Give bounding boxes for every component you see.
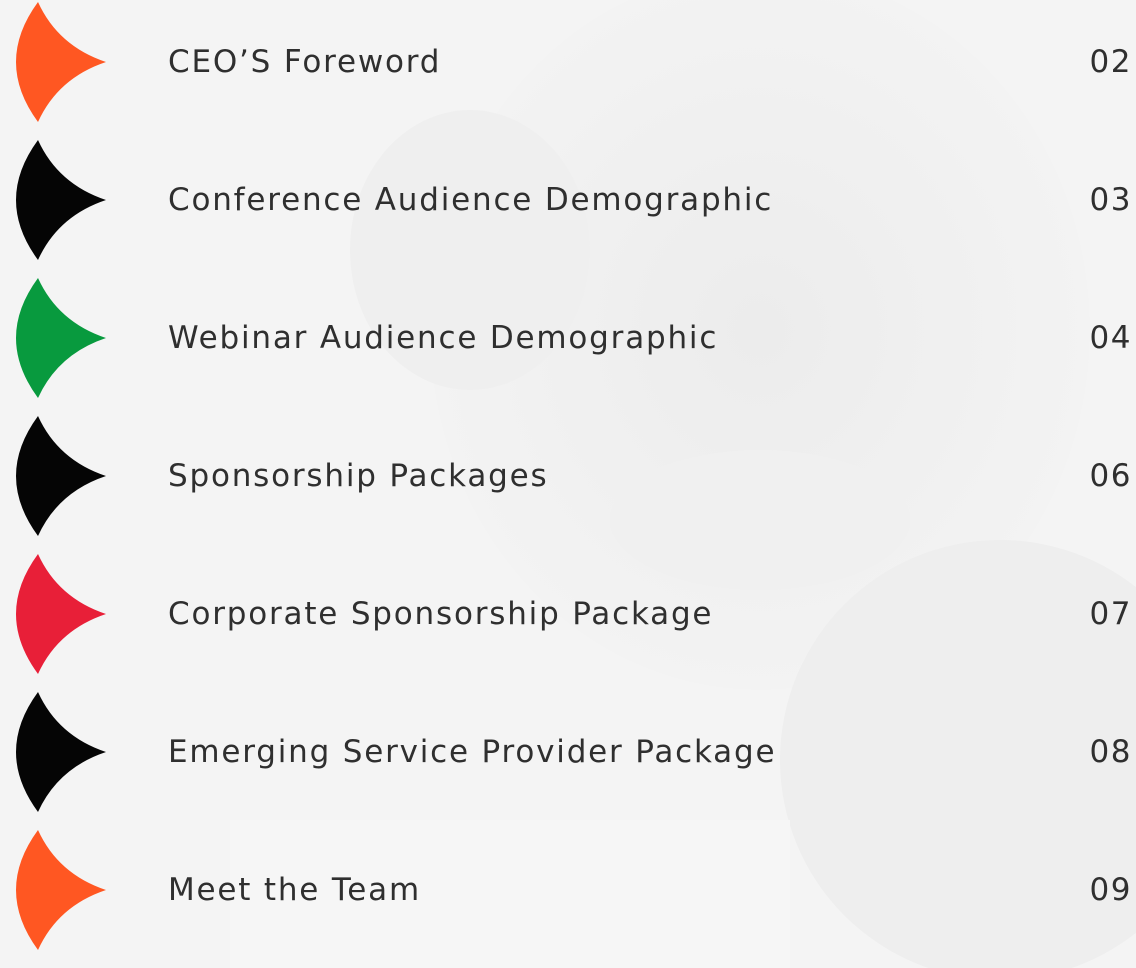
- toc-item-label: CEO’S Foreword: [168, 44, 442, 80]
- toc-item-label: Meet the Team: [168, 872, 421, 908]
- toc-item-label: Conference Audience Demographic: [168, 182, 774, 218]
- toc-item-page-number: 03: [1089, 182, 1132, 218]
- toc-item-page-number: 07: [1089, 596, 1132, 632]
- toc-item-page-number: 02: [1089, 44, 1132, 80]
- toc-item-emerging-service-provider-package[interactable]: Emerging Service Provider Package 08: [0, 690, 1136, 814]
- toc-item-page-number: 04: [1089, 320, 1132, 356]
- arrowhead-icon: [0, 690, 110, 814]
- toc-item-label: Corporate Sponsorship Package: [168, 596, 714, 632]
- table-of-contents: CEO’S Foreword 02 Conference Audience De…: [0, 0, 1136, 968]
- toc-item-ceos-foreword[interactable]: CEO’S Foreword 02: [0, 0, 1136, 124]
- arrowhead-icon: [0, 414, 110, 538]
- toc-item-label: Sponsorship Packages: [168, 458, 549, 494]
- arrowhead-icon: [0, 138, 110, 262]
- arrowhead-icon: [0, 276, 110, 400]
- toc-item-label: Webinar Audience Demographic: [168, 320, 719, 356]
- toc-item-label: Emerging Service Provider Package: [168, 734, 777, 770]
- toc-item-page-number: 08: [1089, 734, 1132, 770]
- toc-item-sponsorship-packages[interactable]: Sponsorship Packages 06: [0, 414, 1136, 538]
- toc-item-conference-audience-demographic[interactable]: Conference Audience Demographic 03: [0, 138, 1136, 262]
- toc-item-page-number: 09: [1089, 872, 1132, 908]
- toc-item-meet-the-team[interactable]: Meet the Team 09: [0, 828, 1136, 952]
- arrowhead-icon: [0, 0, 110, 124]
- toc-item-corporate-sponsorship-package[interactable]: Corporate Sponsorship Package 07: [0, 552, 1136, 676]
- arrowhead-icon: [0, 828, 110, 952]
- toc-item-page-number: 06: [1089, 458, 1132, 494]
- toc-item-webinar-audience-demographic[interactable]: Webinar Audience Demographic 04: [0, 276, 1136, 400]
- arrowhead-icon: [0, 552, 110, 676]
